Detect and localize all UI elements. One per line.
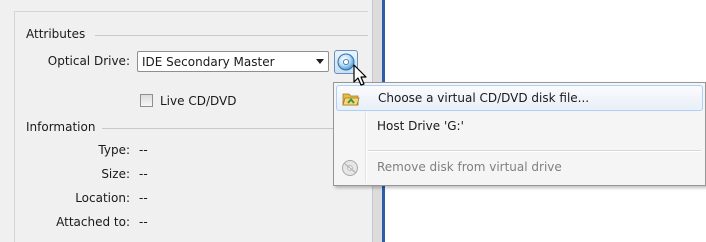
optical-drive-select[interactable]: IDE Secondary Master (137, 51, 329, 72)
panel-frame-left (14, 11, 15, 242)
information-section-label: Information (26, 120, 96, 134)
folder-open-icon (342, 93, 360, 106)
optical-drive-label: Optical Drive: (47, 54, 130, 68)
panel-frame-top (14, 11, 368, 12)
optical-drive-select-value: IDE Secondary Master (142, 55, 275, 69)
live-cd-dvd-label[interactable]: Live CD/DVD (160, 94, 236, 108)
menu-item-choose-disk-file-label: Choose a virtual CD/DVD disk file... (378, 91, 590, 105)
disk-context-menu: Choose a virtual CD/DVD disk file... Hos… (333, 82, 706, 186)
menu-item-choose-disk-file[interactable]: Choose a virtual CD/DVD disk file... (336, 85, 703, 111)
menu-item-host-drive-g[interactable]: Host Drive 'G:' (336, 114, 703, 140)
chevron-down-icon[interactable] (316, 59, 324, 64)
attributes-section-divider (95, 35, 368, 36)
menu-separator-highlight (368, 151, 701, 152)
attributes-section-label: Attributes (26, 27, 86, 41)
menu-item-remove-disk-label: Remove disk from virtual drive (377, 160, 562, 174)
size-label: Size: (101, 167, 130, 181)
live-cd-dvd-checkbox[interactable] (140, 94, 153, 107)
type-value: -- (139, 143, 148, 157)
storage-attributes-panel: Attributes Optical Drive: IDE Secondary … (0, 0, 372, 242)
size-value: -- (139, 167, 148, 181)
attached-to-value: -- (139, 215, 148, 229)
menu-item-remove-disk[interactable]: Remove disk from virtual drive (336, 155, 703, 181)
information-section-divider (102, 128, 368, 129)
type-label: Type: (98, 143, 130, 157)
eject-disc-icon (342, 160, 358, 176)
location-value: -- (139, 191, 148, 205)
mouse-pointer-icon (353, 64, 367, 86)
attached-to-label: Attached to: (56, 215, 130, 229)
location-label: Location: (75, 191, 130, 205)
menu-item-host-drive-g-label: Host Drive 'G:' (377, 119, 464, 133)
